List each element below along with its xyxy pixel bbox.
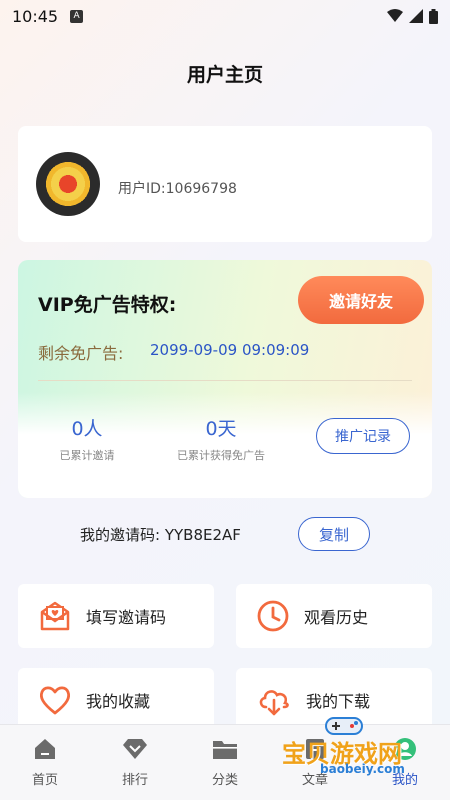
page-title: 用户主页 (186, 64, 263, 86)
envelope-heart-icon (40, 601, 70, 631)
days-label: 已累计获得免广告 (177, 449, 265, 462)
status-bar: 10:45 A (0, 0, 450, 32)
menu-label: 填写邀请码 (86, 608, 167, 627)
gamepad-icon (325, 717, 363, 735)
divider (38, 380, 412, 381)
folder-icon (213, 741, 237, 759)
tab-label: 首页 (31, 773, 58, 788)
notification-a-icon: A (70, 9, 84, 23)
menu-label: 我的收藏 (86, 692, 151, 711)
watermark-url: baobeiy.com (320, 762, 405, 776)
cloud-download-icon (259, 690, 289, 716)
signal-icon (409, 9, 423, 23)
menu-watch-history[interactable]: 观看历史 (236, 584, 432, 648)
remain-date: 2099-09-09 09:09:09 (150, 341, 310, 359)
days-unit: 天 (217, 418, 237, 440)
days-count: 0 (205, 418, 218, 440)
promotion-record-button[interactable]: 推广记录 (316, 418, 410, 454)
tab-home[interactable]: 首页 (15, 737, 75, 788)
clock-icon (257, 600, 289, 632)
status-time: 10:45 (12, 6, 59, 26)
battery-icon (429, 8, 438, 24)
status-icons (387, 8, 438, 24)
menu-enter-invite-code[interactable]: 填写邀请码 (18, 584, 214, 648)
copy-button[interactable]: 复制 (298, 517, 370, 551)
watermark: 宝贝游戏网 baobeiy.com (276, 714, 426, 786)
invited-stat: 0人 已累计邀请 (52, 414, 122, 463)
user-id: 用户ID:10696798 (118, 181, 237, 197)
remain-label: 剩余免广告: (38, 344, 124, 363)
wifi-icon (387, 9, 403, 22)
tab-label: 分类 (211, 773, 238, 788)
avatar[interactable] (36, 152, 100, 216)
vip-card: VIP免广告特权: 邀请好友 剩余免广告: 2099-09-09 09:09:0… (18, 260, 432, 498)
tab-ranking[interactable]: 排行 (105, 737, 165, 788)
invited-label: 已累计邀请 (59, 449, 115, 462)
tab-label: 排行 (121, 773, 148, 788)
tab-category[interactable]: 分类 (195, 737, 255, 788)
heart-icon (39, 686, 71, 715)
invited-unit: 人 (83, 418, 103, 440)
invite-friends-button[interactable]: 邀请好友 (298, 276, 424, 324)
menu-favorites[interactable]: 我的收藏 (18, 668, 214, 732)
diamond-icon (123, 739, 147, 759)
invited-count: 0 (71, 418, 84, 440)
home-icon (35, 739, 55, 759)
vip-title: VIP免广告特权: (38, 294, 177, 316)
invite-code: 我的邀请码: YYB8E2AF (80, 526, 241, 544)
user-card[interactable]: 用户ID:10696798 (18, 126, 432, 242)
days-stat: 0天 已累计获得免广告 (166, 414, 276, 463)
menu-label: 观看历史 (304, 608, 369, 627)
menu-label: 我的下载 (306, 692, 371, 711)
